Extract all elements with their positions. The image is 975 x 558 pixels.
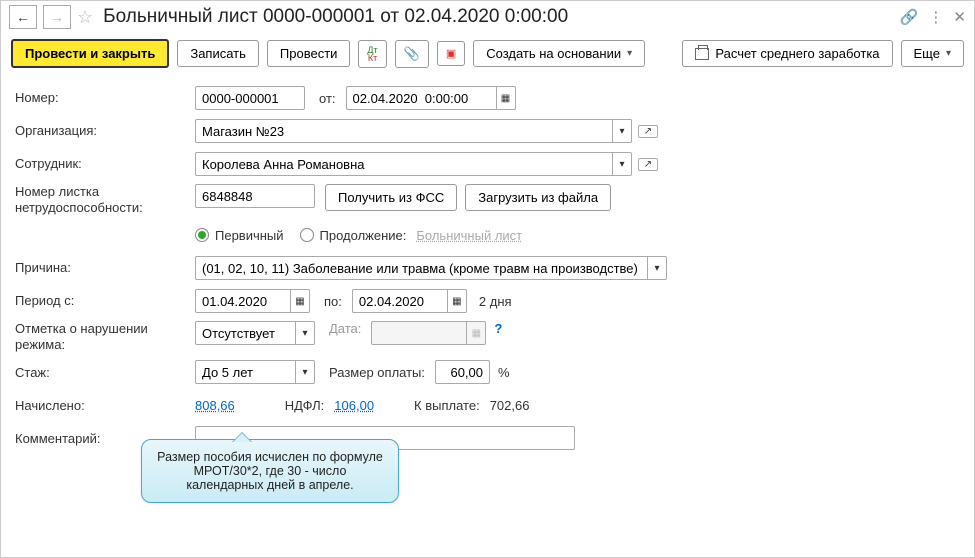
label-period-to: по: — [324, 294, 342, 309]
label-org: Организация: — [15, 123, 195, 139]
label-sheet-no: Номер листка нетрудоспособности: — [15, 184, 195, 215]
org-input[interactable] — [195, 119, 612, 143]
period-to-input[interactable] — [352, 289, 447, 313]
percent-label: % — [498, 365, 510, 380]
radio-primary[interactable] — [195, 228, 209, 242]
label-seniority: Стаж: — [15, 365, 195, 381]
more-icon[interactable]: ⋮ — [928, 8, 943, 26]
label-employee: Сотрудник: — [15, 156, 195, 172]
violation-input[interactable] — [195, 321, 295, 345]
tree-icon: ▣ — [446, 47, 456, 60]
date-input[interactable] — [346, 86, 496, 110]
favorite-star-icon[interactable]: ☆ — [77, 7, 93, 28]
radio-continue[interactable] — [300, 228, 314, 242]
window-title: Больничный лист 0000-000001 от 02.04.202… — [99, 6, 894, 28]
radio-primary-label: Первичный — [215, 228, 284, 243]
period-from-input[interactable] — [195, 289, 290, 313]
violation-date-input — [371, 321, 466, 345]
reason-input[interactable] — [195, 256, 647, 280]
create-based-button[interactable]: Создать на основании ▾ — [473, 40, 645, 67]
label-ndfl: НДФЛ: — [285, 398, 325, 413]
calc-avg-button[interactable]: Расчет среднего заработка — [682, 40, 892, 67]
open-icon[interactable]: ↗ — [638, 158, 658, 171]
create-based-label: Создать на основании — [486, 46, 621, 61]
get-fss-button[interactable]: Получить из ФСС — [325, 184, 457, 211]
label-accrued: Начислено: — [15, 398, 195, 414]
post-button[interactable]: Провести — [267, 40, 351, 67]
calendar-icon[interactable]: ▦ — [496, 86, 516, 110]
number-input[interactable] — [195, 86, 305, 110]
printer-icon — [695, 48, 709, 60]
calc-avg-label: Расчет среднего заработка — [715, 46, 879, 61]
label-to-pay: К выплате: — [414, 398, 480, 413]
accrued-link[interactable]: 808,66 — [195, 398, 235, 413]
label-period-from: Период с: — [15, 293, 195, 309]
continue-link: Больничный лист — [416, 228, 522, 243]
chevron-down-icon[interactable]: ▾ — [647, 256, 667, 280]
chevron-down-icon[interactable]: ▾ — [612, 152, 632, 176]
nav-back-button[interactable]: ← — [9, 5, 37, 29]
paperclip-icon: 📎 — [404, 46, 420, 62]
open-icon[interactable]: ↗ — [638, 125, 658, 138]
dtkt-button[interactable]: Дт Кт — [358, 40, 386, 68]
calendar-icon[interactable]: ▦ — [290, 289, 310, 313]
label-number: Номер: — [15, 90, 195, 106]
chevron-down-icon[interactable]: ▾ — [295, 321, 315, 345]
more-label: Еще — [914, 46, 940, 61]
link-icon[interactable]: 🔗 — [900, 8, 919, 26]
help-icon[interactable]: ? — [494, 321, 502, 336]
employee-input[interactable] — [195, 152, 612, 176]
chevron-down-icon: ▾ — [627, 48, 632, 59]
load-file-button[interactable]: Загрузить из файла — [465, 184, 611, 211]
label-pay-size: Размер оплаты: — [329, 365, 425, 380]
label-violation-date: Дата: — [329, 321, 361, 336]
calendar-icon: ▦ — [466, 321, 486, 345]
chevron-down-icon: ▾ — [946, 48, 951, 59]
chevron-down-icon[interactable]: ▾ — [295, 360, 315, 384]
pay-size-input[interactable] — [435, 360, 490, 384]
chevron-down-icon[interactable]: ▾ — [612, 119, 632, 143]
close-icon[interactable]: ✕ — [953, 8, 966, 26]
sheet-no-input[interactable] — [195, 184, 315, 208]
to-pay-value: 702,66 — [490, 398, 530, 413]
more-button[interactable]: Еще ▾ — [901, 40, 964, 67]
ndfl-link[interactable]: 106,00 — [334, 398, 374, 413]
structure-button[interactable]: ▣ — [437, 41, 465, 66]
label-violation: Отметка о нарушении режима: — [15, 321, 195, 352]
calendar-icon[interactable]: ▦ — [447, 289, 467, 313]
tooltip-callout: Размер пособия исчислен по формуле МРОТ/… — [141, 439, 399, 503]
seniority-input[interactable] — [195, 360, 295, 384]
kt-label: Кт — [367, 54, 377, 62]
label-from: от: — [319, 91, 336, 106]
attach-button[interactable]: 📎 — [395, 40, 429, 68]
nav-forward-button[interactable]: → — [43, 5, 71, 29]
save-button[interactable]: Записать — [177, 40, 259, 67]
label-reason: Причина: — [15, 260, 195, 276]
post-and-close-button[interactable]: Провести и закрыть — [11, 39, 169, 68]
days-label: 2 дня — [479, 294, 512, 309]
radio-continue-label: Продолжение: — [320, 228, 407, 243]
